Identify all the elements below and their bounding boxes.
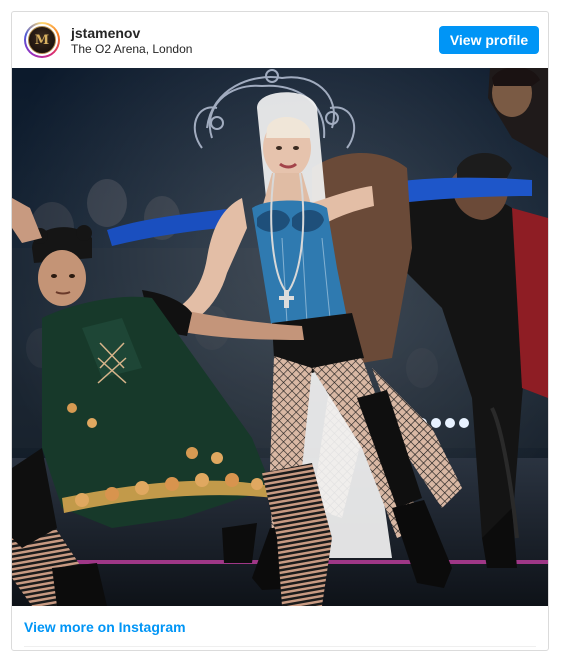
- footer-divider: [24, 646, 536, 647]
- username-link[interactable]: jstamenov: [71, 25, 140, 41]
- avatar[interactable]: M: [24, 22, 60, 58]
- view-more-on-instagram-link[interactable]: View more on Instagram: [24, 619, 186, 635]
- instagram-embed-card: M jstamenov The O2 Arena, London View pr…: [11, 11, 549, 651]
- concert-photo-illustration: [12, 68, 548, 606]
- view-profile-button[interactable]: View profile: [439, 26, 539, 54]
- post-header: M jstamenov The O2 Arena, London View pr…: [12, 12, 548, 68]
- avatar-ring: M: [26, 24, 58, 56]
- location-link[interactable]: The O2 Arena, London: [71, 42, 192, 56]
- avatar-logo-icon: M: [28, 26, 56, 54]
- post-photo[interactable]: [12, 68, 548, 606]
